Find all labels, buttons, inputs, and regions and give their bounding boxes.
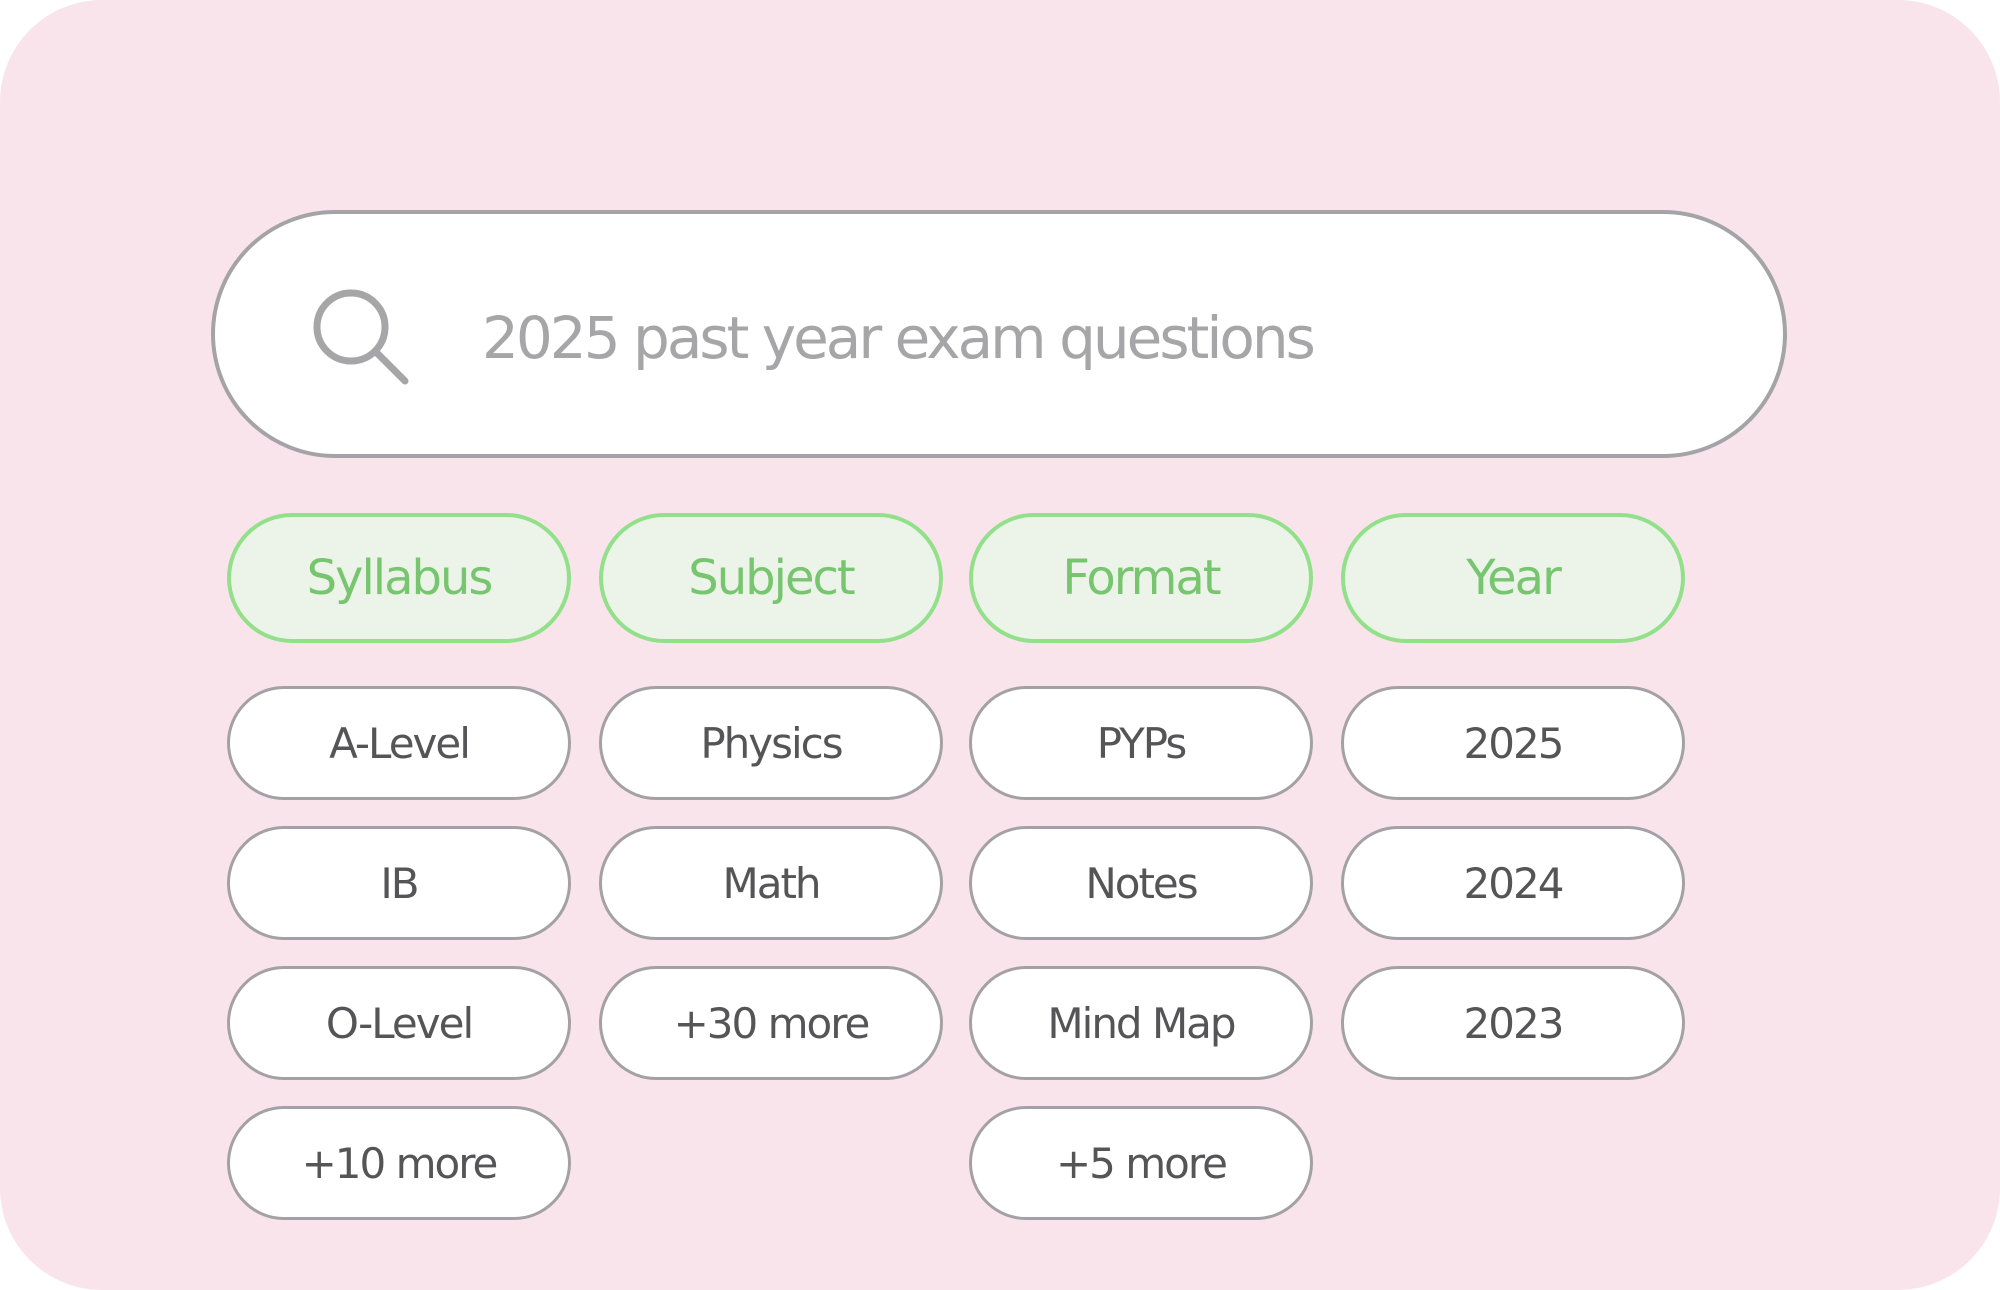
search-input[interactable] [482, 278, 1682, 398]
year-option-2025[interactable]: 2025 [1341, 686, 1685, 800]
syllabus-option-ib[interactable]: IB [227, 826, 571, 940]
format-option-notes[interactable]: Notes [969, 826, 1313, 940]
filter-header-subject[interactable]: Subject [599, 513, 943, 643]
search-icon[interactable] [307, 285, 417, 395]
filter-header-year[interactable]: Year [1341, 513, 1685, 643]
subject-option-math[interactable]: Math [599, 826, 943, 940]
syllabus-more-button[interactable]: +10 more [227, 1106, 571, 1220]
syllabus-option-a-level[interactable]: A-Level [227, 686, 571, 800]
search-bar[interactable] [211, 210, 1787, 458]
format-more-button[interactable]: +5 more [969, 1106, 1313, 1220]
subject-more-button[interactable]: +30 more [599, 966, 943, 1080]
syllabus-option-o-level[interactable]: O-Level [227, 966, 571, 1080]
year-option-2023[interactable]: 2023 [1341, 966, 1685, 1080]
format-option-mind-map[interactable]: Mind Map [969, 966, 1313, 1080]
search-card: Syllabus Subject Format Year A-Level IB … [0, 0, 2000, 1290]
subject-option-physics[interactable]: Physics [599, 686, 943, 800]
year-option-2024[interactable]: 2024 [1341, 826, 1685, 940]
filter-header-format[interactable]: Format [969, 513, 1313, 643]
format-option-pyps[interactable]: PYPs [969, 686, 1313, 800]
filter-header-syllabus[interactable]: Syllabus [227, 513, 571, 643]
